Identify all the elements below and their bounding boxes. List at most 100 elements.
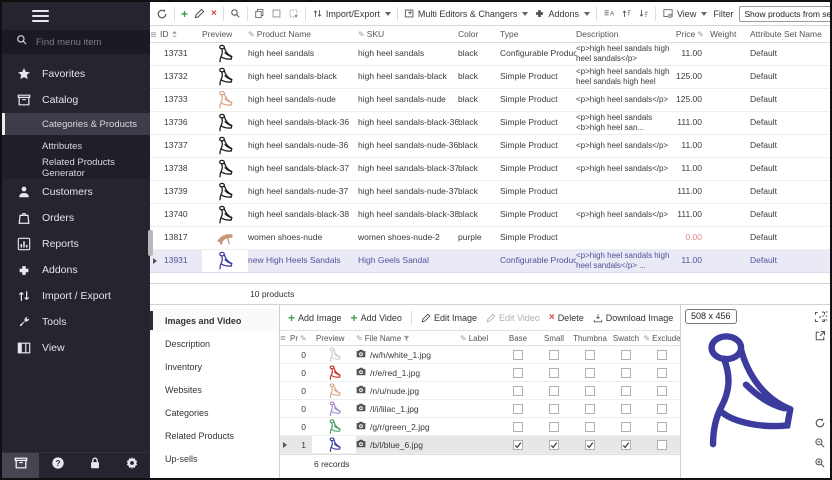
thumbnail-checkbox[interactable] (585, 440, 595, 450)
select-button[interactable] (271, 8, 282, 19)
exclude-checkbox[interactable] (657, 422, 667, 432)
column-header-preview[interactable]: Preview (202, 29, 248, 39)
swatch-checkbox[interactable] (621, 440, 631, 450)
image-row[interactable]: 0/r/e/red_1.jpg (280, 364, 680, 382)
move-up-button[interactable] (621, 8, 632, 19)
exclude-checkbox[interactable] (657, 404, 667, 414)
sidebar-item-customers[interactable]: Customers (2, 179, 150, 205)
small-checkbox[interactable] (549, 440, 559, 450)
small-checkbox[interactable] (549, 422, 559, 432)
category-filter-select[interactable]: Show products from selected categories (739, 6, 832, 22)
sidebar-footer-lock-button[interactable] (76, 453, 113, 478)
sidebar-item-import-export[interactable]: Import / Export (2, 283, 150, 309)
swatch-checkbox[interactable] (621, 404, 631, 414)
column-header-position[interactable]: Pr✎ (290, 334, 312, 343)
column-header-preview[interactable]: Preview (312, 334, 356, 343)
edit-product-button[interactable] (194, 8, 205, 19)
column-header-label[interactable]: ✎Label (460, 334, 500, 343)
edit-video-button[interactable]: Edit Video (486, 313, 540, 323)
edit-image-button[interactable]: Edit Image (421, 313, 477, 323)
sidebar-item-reports[interactable]: Reports (2, 231, 150, 257)
exclude-checkbox[interactable] (657, 440, 667, 450)
add-video-button[interactable]: +Add Video (351, 312, 402, 324)
base-checkbox[interactable] (513, 422, 523, 432)
column-header-id[interactable]: ID (160, 29, 202, 39)
select-range-button[interactable] (288, 8, 299, 19)
base-checkbox[interactable] (513, 440, 523, 450)
base-checkbox[interactable] (513, 404, 523, 414)
column-header-name[interactable]: ✎Product Name (248, 29, 358, 39)
sidebar-footer-store-button[interactable] (2, 453, 39, 478)
addons-toolbar-button[interactable]: Addons (534, 8, 590, 19)
base-checkbox[interactable] (513, 386, 523, 396)
thumbnail-checkbox[interactable] (585, 350, 595, 360)
delete-product-button[interactable]: × (211, 9, 217, 19)
view-button[interactable]: View (662, 8, 707, 19)
column-header-base[interactable]: Base (500, 334, 536, 343)
product-row[interactable]: 13931new High Heels SandalsHigh Geels Sa… (150, 250, 830, 273)
column-header-attribute-set[interactable]: Attribute Set Name (750, 29, 830, 39)
tab-websites[interactable]: Websites (150, 378, 279, 401)
tab-description[interactable]: Description (150, 332, 279, 355)
delete-image-button[interactable]: ×Delete (549, 313, 584, 323)
product-row[interactable]: 13733high heel sandals-nudehigh heel san… (150, 89, 830, 112)
image-row[interactable]: 0/n/u/nude.jpg (280, 382, 680, 400)
move-down-button[interactable] (638, 8, 649, 19)
thumbnail-checkbox[interactable] (585, 368, 595, 378)
add-image-button[interactable]: +Add Image (288, 312, 342, 324)
small-checkbox[interactable] (549, 368, 559, 378)
add-product-button[interactable]: + (181, 8, 188, 20)
multi-editors-button[interactable]: Multi Editors & Changers (404, 8, 529, 19)
product-row[interactable]: 13738high heel sandals-black-37high heel… (150, 158, 830, 181)
sidebar-item-tools[interactable]: Tools (2, 309, 150, 335)
column-header-weight[interactable]: Weight (710, 29, 750, 39)
column-chooser[interactable] (280, 335, 290, 341)
tab-images-and-video[interactable]: Images and Video (150, 309, 279, 332)
sidebar-footer-gear-button[interactable] (113, 453, 150, 478)
sidebar-item-attributes[interactable]: Attributes (2, 135, 150, 157)
small-checkbox[interactable] (549, 386, 559, 396)
zoom-out-icon[interactable] (814, 436, 826, 454)
column-header-sku[interactable]: ✎SKU (358, 29, 458, 39)
swatch-checkbox[interactable] (621, 422, 631, 432)
base-checkbox[interactable] (513, 368, 523, 378)
image-row[interactable]: 1/b/l/blue_6.jpg (280, 436, 680, 454)
tab-related-products[interactable]: Related Products (150, 424, 279, 447)
menu-search-input[interactable]: Find menu item (2, 30, 150, 54)
small-checkbox[interactable] (549, 404, 559, 414)
column-chooser[interactable] (150, 31, 160, 38)
column-header-description[interactable]: Description (576, 29, 670, 39)
exclude-checkbox[interactable] (657, 386, 667, 396)
product-row[interactable]: 13731high heel sandalshigh heel sandalsb… (150, 43, 830, 66)
sidebar-item-catalog[interactable]: Catalog (2, 87, 150, 113)
panel-resize-handle[interactable] (821, 309, 828, 327)
column-header-thumbnail[interactable]: Thumbna (572, 334, 608, 343)
search-products-button[interactable] (230, 8, 241, 19)
sidebar-splitter-handle[interactable] (148, 230, 153, 256)
thumbnail-checkbox[interactable] (585, 386, 595, 396)
column-header-price[interactable]: Price✎ (670, 29, 710, 39)
thumbnail-checkbox[interactable] (585, 422, 595, 432)
rotate-icon[interactable] (814, 416, 826, 434)
sidebar-item-orders[interactable]: Orders (2, 205, 150, 231)
column-header-file-name[interactable]: ✎File Name (356, 334, 460, 343)
swatch-checkbox[interactable] (621, 386, 631, 396)
refresh-button[interactable] (156, 8, 168, 20)
product-row[interactable]: 13732high heel sandals-blackhigh heel sa… (150, 66, 830, 89)
product-row[interactable]: 13739high heel sandals-nude-37high heel … (150, 181, 830, 204)
tab-cross-sells[interactable]: Cross-sells (150, 470, 279, 480)
base-checkbox[interactable] (513, 350, 523, 360)
swatch-checkbox[interactable] (621, 350, 631, 360)
image-row[interactable]: 0/l/i/lilac_1.jpg (280, 400, 680, 418)
tab-inventory[interactable]: Inventory (150, 355, 279, 378)
tab-up-sells[interactable]: Up-sells (150, 447, 279, 470)
column-header-type[interactable]: Type (500, 29, 576, 39)
product-row[interactable]: 13737high heel sandals-nude-36high heel … (150, 135, 830, 158)
column-header-color[interactable]: Color (458, 29, 500, 39)
sidebar-item-view[interactable]: View (2, 335, 150, 361)
exclude-checkbox[interactable] (657, 368, 667, 378)
thumbnail-checkbox[interactable] (585, 404, 595, 414)
sidebar-item-related-products-generator[interactable]: Related Products Generator (2, 157, 150, 179)
sidebar-item-favorites[interactable]: Favorites (2, 61, 150, 87)
sidebar-item-categories-products[interactable]: Categories & Products (2, 113, 150, 135)
